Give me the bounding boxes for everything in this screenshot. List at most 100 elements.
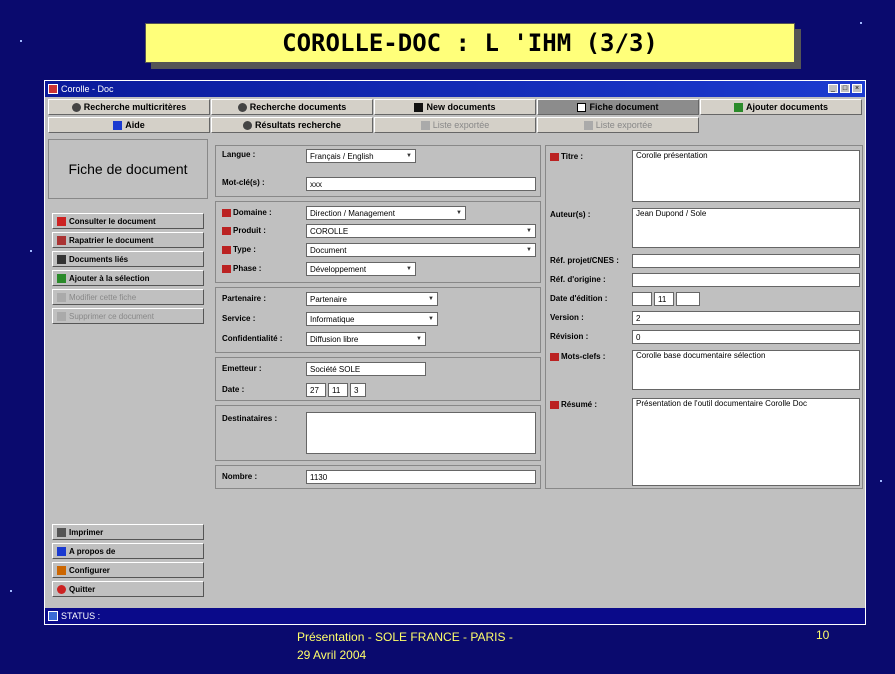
help-icon [113,120,123,130]
confidentialite-select[interactable]: Diffusion libre [306,332,426,346]
date-day-input[interactable]: 27 [306,383,326,397]
list-icon [583,120,593,130]
minimize-icon[interactable]: _ [828,84,838,93]
produit-label: Produit : [233,226,266,235]
flag-icon [222,208,231,217]
date-edition-year-input[interactable] [676,292,700,306]
ref-projet-label: Réf. projet/CNES : [550,256,619,265]
service-select[interactable]: Informatique [306,312,438,326]
nombre-input[interactable]: 1130 [306,470,536,484]
consulter-document-button[interactable]: Consulter le document [52,213,204,229]
plus-icon [733,102,743,112]
app-icon [48,84,58,94]
tab-fiche-document[interactable]: Fiche document [537,99,699,115]
produit-select[interactable]: COROLLE [306,224,536,238]
delete-icon [57,311,66,321]
fiche-title: Fiche de document [48,139,208,199]
supprimer-document-button[interactable]: Supprimer ce document [52,308,204,324]
bottom-actions: Imprimer A propos de Configurer Quitter [52,524,204,600]
info-icon [57,546,66,556]
window-title: Corolle - Doc [61,84,114,94]
printer-icon [57,527,66,537]
slide-title: COROLLE-DOC : L 'IHM (3/3) [145,23,795,63]
type-label: Type : [233,245,256,254]
type-select[interactable]: Document [306,243,536,257]
config-icon [57,565,66,575]
left-panel: Fiche de document Consulter le document … [48,139,208,327]
tab-new-documents[interactable]: New documents [374,99,536,115]
maximize-icon[interactable]: □ [840,84,850,93]
version-input[interactable]: 2 [632,311,860,325]
domaine-label: Domaine : [233,208,272,217]
documents-lies-button[interactable]: Documents liés [52,251,204,267]
status-icon [48,611,58,621]
partenaire-select[interactable]: Partenaire [306,292,438,306]
search-icon [237,102,247,112]
imprimer-button[interactable]: Imprimer [52,524,204,540]
modifier-fiche-button[interactable]: Modifier cette fiche [52,289,204,305]
phase-select[interactable]: Développement [306,262,416,276]
tab-ajouter-documents[interactable]: Ajouter documents [700,99,862,115]
revision-input[interactable]: 0 [632,330,860,344]
titre-label: Titre : [561,152,584,161]
flag-icon [550,352,559,361]
ajouter-selection-button[interactable]: Ajouter à la sélection [52,270,204,286]
flag-icon [222,245,231,254]
tabs-row-1: Recherche multicritères Recherche docume… [48,99,862,115]
resume-input[interactable]: Présentation de l'outil documentaire Cor… [632,398,860,486]
date-edition-month-input[interactable]: 11 [654,292,674,306]
langue-select[interactable]: Français / English [306,149,416,163]
date-edition-day-input[interactable] [632,292,652,306]
date-edition-label: Date d'édition : [550,294,608,303]
window-controls: _ □ × [828,84,862,93]
configurer-button[interactable]: Configurer [52,562,204,578]
auteurs-label: Auteur(s) : [550,210,591,219]
quit-icon [57,584,66,594]
mots-clefs-input[interactable]: Corolle base documentaire sélection [632,350,860,390]
tab-resultats-recherche[interactable]: Résultats recherche [211,117,373,133]
ref-projet-input[interactable] [632,254,860,268]
status-label: STATUS : [61,611,101,621]
nombre-label: Nombre : [222,472,258,481]
quitter-button[interactable]: Quitter [52,581,204,597]
flag-icon [550,152,559,161]
flag-icon [222,264,231,273]
destinataires-input[interactable] [306,412,536,454]
date-year-input[interactable]: 3 [350,383,366,397]
document-icon [577,102,587,112]
tab-liste-exportee-2[interactable]: Liste exportée [537,117,699,133]
revision-label: Révision : [550,332,589,341]
diffusion-group: Partenaire : Partenaire Service : Inform… [215,287,541,353]
destinataires-group: Destinataires : [215,405,541,461]
ref-origine-input[interactable] [632,273,860,287]
service-label: Service : [222,314,256,323]
download-icon [57,235,66,245]
a-propos-button[interactable]: A propos de [52,543,204,559]
tab-recherche-multicriteres[interactable]: Recherche multicritères [48,99,210,115]
pdf-icon [57,216,66,226]
version-label: Version : [550,313,584,322]
emetteur-input[interactable]: Société SOLE [306,362,426,376]
tab-recherche-documents[interactable]: Recherche documents [211,99,373,115]
footer-line-2: 29 Avril 2004 [297,648,367,662]
tab-aide[interactable]: Aide [48,117,210,133]
star-decoration [860,22,862,24]
search-icon [242,120,252,130]
slide-footer: Présentation - SOLE FRANCE - PARIS - 29 … [297,628,513,664]
mots-cles-input[interactable]: xxx [306,177,536,191]
star-decoration [10,590,12,592]
titre-input[interactable]: Corolle présentation [632,150,860,202]
tab-liste-exportee-1[interactable]: Liste exportée [374,117,536,133]
partenaire-label: Partenaire : [222,294,267,303]
close-icon[interactable]: × [852,84,862,93]
link-icon [57,254,66,264]
domaine-select[interactable]: Direction / Management [306,206,466,220]
star-decoration [880,480,882,482]
ref-origine-label: Réf. d'origine : [550,275,606,284]
mots-cles-label: Mot-clé(s) : [222,178,265,187]
date-month-input[interactable]: 11 [328,383,348,397]
auteurs-input[interactable]: Jean Dupond / Sole [632,208,860,248]
rapatrier-document-button[interactable]: Rapatrier le document [52,232,204,248]
emetteur-group: Emetteur : Société SOLE Date : 27 11 3 [215,357,541,401]
date-label: Date : [222,385,245,394]
